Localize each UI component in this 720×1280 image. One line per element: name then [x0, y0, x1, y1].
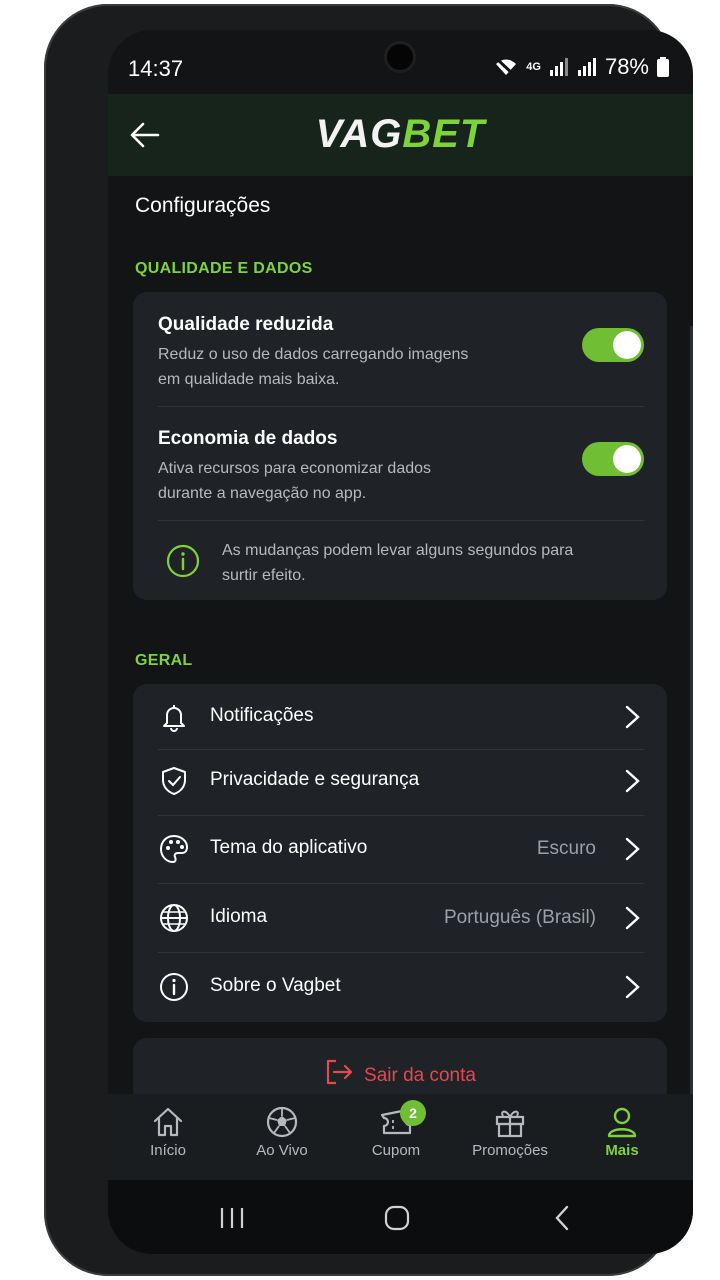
app-header: VAGBET: [108, 94, 693, 176]
network-type: 4G: [526, 61, 541, 73]
signal-icon-2: [577, 58, 596, 76]
list-item-notifications[interactable]: Notificações: [158, 684, 644, 750]
list-item-theme[interactable]: Tema do aplicativo Escuro: [158, 816, 644, 882]
settings-content: Configurações QUALIDADE E DADOS Qualidad…: [108, 176, 693, 1236]
shield-check-icon: [162, 767, 186, 795]
toggle-description: Ativa recursos para economizar dados dur…: [158, 460, 432, 502]
recent-apps-icon[interactable]: [218, 1206, 246, 1230]
chevron-right-icon: [625, 975, 640, 999]
coupon-badge: 2: [400, 1100, 426, 1126]
page-title: Configurações: [135, 194, 271, 217]
toggle-row-data-saver[interactable]: Economia de dados Ativa recursos para ec…: [158, 428, 644, 506]
language-value: Português (Brasil): [443, 907, 596, 928]
user-icon: [607, 1107, 637, 1138]
quality-card: Qualidade reduzida Reduz o uso de dados …: [133, 292, 667, 600]
switch-knob: [613, 445, 641, 473]
soccer-ball-icon: [266, 1106, 298, 1138]
general-card: Notificações Privacidade e segurança Tem…: [133, 684, 667, 1022]
logout-icon: [326, 1059, 353, 1085]
logout-label: Sair da conta: [364, 1065, 476, 1086]
chevron-right-icon: [625, 769, 640, 793]
nav-promotions[interactable]: Promoções: [460, 1106, 560, 1159]
toggle-row-reduced-quality[interactable]: Qualidade reduzida Reduz o uso de dados …: [158, 314, 644, 392]
wifi-calling-icon: [496, 57, 517, 77]
nav-live[interactable]: Ao Vivo: [232, 1106, 332, 1159]
nav-more[interactable]: Mais: [572, 1106, 672, 1159]
info-text: As mudanças podem levar alguns segundos …: [222, 542, 574, 584]
divider: [158, 406, 644, 407]
list-item-about[interactable]: Sobre o Vagbet: [158, 954, 644, 1020]
status-time: 14:37: [128, 56, 184, 81]
back-nav-icon[interactable]: [552, 1204, 572, 1232]
screen: 14:37 4G 78% VAGBET Configurações QUALID…: [108, 30, 693, 1254]
info-circle-icon: [166, 544, 200, 578]
toggle-title: Qualidade reduzida: [158, 314, 334, 335]
bottom-navigation: Início Ao Vivo Cupom 2 Promoções Mais: [108, 1094, 693, 1180]
data-saver-switch[interactable]: [582, 442, 644, 476]
vagbet-logo: VAGBET: [315, 112, 486, 156]
chevron-right-icon: [625, 837, 640, 861]
home-icon: [153, 1107, 183, 1137]
divider: [158, 520, 644, 521]
section-label-general: GERAL: [135, 652, 193, 669]
chevron-right-icon: [625, 705, 640, 729]
status-bar: 14:37 4G 78%: [108, 30, 693, 100]
switch-knob: [613, 331, 641, 359]
signal-icon: [549, 58, 568, 76]
battery-icon: [657, 57, 669, 77]
toggle-description: Reduz o uso de dados carregando imagens …: [158, 346, 469, 388]
system-navigation-bar: [108, 1180, 693, 1254]
list-item-language[interactable]: Idioma Português (Brasil): [158, 885, 644, 951]
nav-coupon[interactable]: Cupom 2: [346, 1100, 446, 1159]
reduced-quality-switch[interactable]: [582, 328, 644, 362]
list-item-privacy[interactable]: Privacidade e segurança: [158, 748, 644, 814]
battery-level: 78%: [604, 54, 649, 79]
section-label-quality: QUALIDADE E DADOS: [135, 260, 313, 277]
nav-home[interactable]: Início: [118, 1106, 218, 1159]
gift-icon: [495, 1110, 525, 1138]
bell-icon: [163, 705, 185, 732]
chevron-right-icon: [625, 906, 640, 930]
globe-icon: [160, 904, 188, 932]
palette-icon: [159, 834, 189, 864]
theme-value: Escuro: [536, 838, 596, 859]
phone-frame: 14:37 4G 78% VAGBET Configurações QUALID…: [44, 4, 693, 1276]
divider: [158, 952, 644, 953]
home-circle-icon[interactable]: [384, 1205, 410, 1231]
divider: [158, 883, 644, 884]
toggle-title: Economia de dados: [158, 428, 338, 449]
info-icon: [160, 973, 188, 1001]
